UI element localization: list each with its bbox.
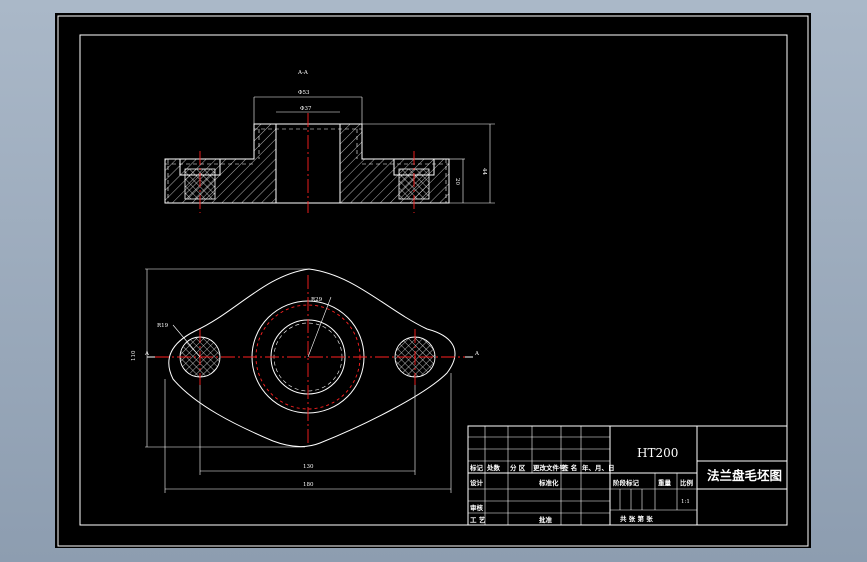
dim-boss-radius: R29 xyxy=(311,297,323,303)
tb-scale: 比例 xyxy=(680,478,694,487)
tb-col-zone: 分 区 xyxy=(510,463,526,472)
section-view: A-A Φ53 Φ37 44 20 xyxy=(164,70,495,213)
tb-review: 审核 xyxy=(470,503,484,512)
dim-hole-radius: R19 xyxy=(157,323,169,329)
section-marker-right: A xyxy=(474,351,480,357)
dim-top-outer: Φ53 xyxy=(298,90,310,96)
plan-view: R29 R19 A A 110 130 180 xyxy=(131,268,480,493)
tb-weight: 重量 xyxy=(658,478,672,487)
dim-height-total: 44 xyxy=(481,168,487,175)
tb-standardize: 标准化 xyxy=(538,478,559,487)
tb-stage-mark: 阶段标记 xyxy=(613,478,640,487)
dim-width-total: 180 xyxy=(303,482,314,488)
tb-scale-value: 1:1 xyxy=(681,499,690,505)
cad-drawing: A-A Φ53 Φ37 44 20 R29 R19 A A 110 130 18… xyxy=(57,15,809,547)
dim-height-flange: 20 xyxy=(454,178,460,185)
drawing-viewport[interactable]: A-A Φ53 Φ37 44 20 R29 R19 A A 110 130 18… xyxy=(55,13,811,548)
tb-process: 工 艺 xyxy=(470,515,486,524)
dim-top-inner: Φ37 xyxy=(300,106,312,112)
tb-material: HT200 xyxy=(637,446,678,460)
tb-drawing-name: 法兰盘毛坯图 xyxy=(707,468,782,483)
tb-col-date: 年、月、日 xyxy=(582,463,615,472)
tb-sheets: 共 张 第 张 xyxy=(620,514,653,523)
inner-border xyxy=(79,34,788,526)
tb-approve: 批准 xyxy=(539,515,553,524)
tb-col-mark: 标记 xyxy=(469,463,484,472)
title-block: 标记 处数 分 区 更改文件号 签 名 年、月、日 设计 标准化 审核 工 艺 … xyxy=(467,425,788,526)
dim-height-plan: 110 xyxy=(131,350,137,361)
tb-col-count: 处数 xyxy=(486,463,501,472)
tb-design: 设计 xyxy=(470,478,484,487)
section-label: A-A xyxy=(297,70,309,76)
outer-border xyxy=(57,15,809,547)
dim-width-holes: 130 xyxy=(303,464,314,470)
tb-col-sign: 签 名 xyxy=(561,463,577,472)
